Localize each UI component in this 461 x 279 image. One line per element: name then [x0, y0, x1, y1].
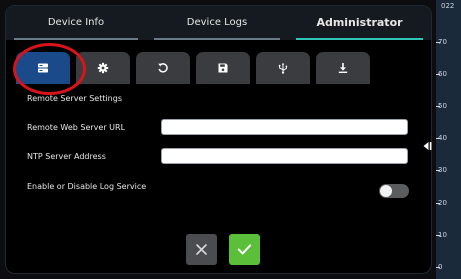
ntp-server-label: NTP Server Address [27, 152, 106, 161]
tab-underline [14, 38, 138, 40]
web-server-url-label: Remote Web Server URL [27, 123, 126, 132]
gear-icon [97, 62, 109, 74]
tab-underline [296, 38, 423, 40]
gauge-tick: 40 [436, 134, 447, 142]
gauge-tick: 50 [436, 102, 447, 110]
gauge-tick: 10 [436, 231, 447, 239]
gauge-tick: 60 [436, 70, 447, 78]
tab-administrator[interactable]: Administrator [288, 6, 431, 40]
level-gauge: 022 70 60 50 40 30 20 10 0 [435, 0, 461, 279]
tab-label: Device Logs [186, 17, 248, 28]
usb-icon [278, 62, 288, 74]
tab-underline [154, 38, 280, 40]
web-server-url-input[interactable] [161, 119, 408, 135]
top-tab-bar: Device Info Device Logs Administrator [6, 6, 431, 40]
gauge-tick: 70 [436, 38, 447, 46]
checkmark-icon [237, 244, 252, 255]
gauge-tick: 30 [436, 166, 447, 174]
log-service-toggle[interactable] [379, 184, 409, 198]
gauge-tick: 20 [436, 199, 447, 207]
settings-panel: Device Info Device Logs Administrator Re… [5, 5, 432, 274]
toggle-knob [380, 185, 392, 197]
close-icon [196, 244, 207, 255]
tab-label: Administrator [316, 16, 403, 29]
confirm-button[interactable] [229, 234, 260, 265]
tab-usb[interactable] [256, 52, 310, 84]
save-icon [218, 63, 228, 73]
log-service-label: Enable or Disable Log Service [27, 182, 147, 191]
ntp-server-input[interactable] [161, 148, 408, 164]
section-title: Remote Server Settings [27, 94, 122, 103]
download-icon [338, 63, 348, 73]
gauge-top-label: 022 [441, 2, 455, 10]
highlight-circle [13, 43, 86, 95]
tab-reset[interactable] [136, 52, 190, 84]
tab-label: Device Info [47, 17, 105, 28]
tab-download[interactable] [316, 52, 370, 84]
tab-device-info[interactable]: Device Info [6, 6, 146, 40]
tab-device-logs[interactable]: Device Logs [146, 6, 288, 40]
cancel-button[interactable] [186, 234, 217, 265]
tab-save[interactable] [196, 52, 250, 84]
collapse-arrow-icon[interactable] [421, 140, 433, 152]
gauge-tick: 0 [435, 263, 443, 271]
reset-icon [158, 63, 168, 73]
